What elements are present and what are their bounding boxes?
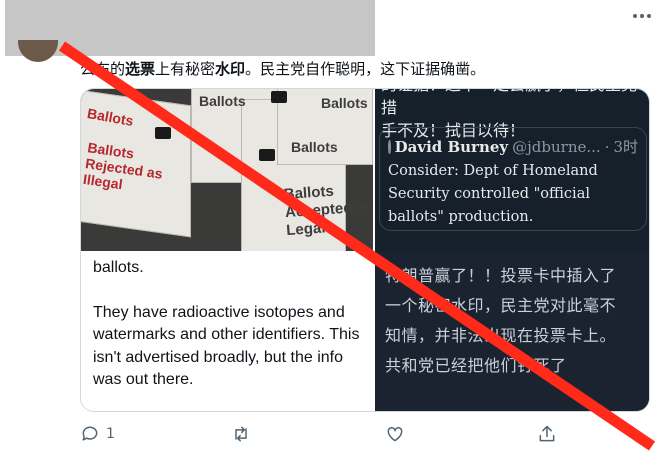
share-icon	[539, 425, 555, 442]
photo-label: Ballots	[199, 93, 246, 109]
retweet-icon	[235, 426, 247, 442]
ballot-boxes-photo[interactable]: Ballots Ballots Ballots Ballots Ballots …	[81, 89, 373, 251]
text-screenshot[interactable]: ballots. They have radioactive isotopes …	[81, 251, 373, 411]
retweet-button[interactable]	[231, 424, 251, 444]
quote-time: 3时	[613, 138, 638, 156]
tweet-actions: 1	[80, 424, 580, 450]
quoted-tweet: David Burney @jdburne... · 3时 Consider: …	[379, 127, 647, 231]
tweet-text: 公布的选票上有秘密水印。民主党自作聪明，这下证据确凿。	[80, 60, 486, 78]
reply-button[interactable]: 1	[80, 424, 115, 444]
avatar[interactable]	[18, 40, 58, 62]
more-options-button[interactable]	[629, 10, 655, 22]
reply-count: 1	[106, 426, 115, 442]
share-button[interactable]	[537, 424, 557, 444]
photo-label: Ballots	[291, 139, 338, 155]
photo-label: Ballots	[321, 95, 368, 111]
quote-handle: @jdburne...	[512, 137, 601, 156]
media-grid[interactable]: Ballots Ballots Ballots Ballots Ballots …	[80, 88, 650, 412]
quote-avatar	[388, 139, 391, 154]
photo-label: Ballots Accepted as Legal	[283, 182, 373, 240]
like-button[interactable]	[385, 424, 405, 444]
quote-author-name: David Burney	[394, 137, 509, 156]
like-icon	[387, 426, 403, 442]
dark-bottom-text: 特朗普赢了！！投票卡中插入了 一个秘密水印，民主党对此毫不 知情，并非法出现在投…	[375, 251, 649, 411]
redacted-header	[5, 0, 375, 56]
quote-body: Consider: Dept of Homeland Security cont…	[388, 163, 598, 225]
reply-icon	[82, 426, 98, 441]
tweet: 公布的选票上有秘密水印。民主党自作聪明，这下证据确凿。 Ballots Ball…	[0, 0, 669, 463]
more-horizontal-icon	[633, 14, 637, 18]
dark-screenshot[interactable]: 的证据！这下一定会赢了，但民主党措 手不及！拭目以待！ David Burney…	[375, 89, 649, 411]
